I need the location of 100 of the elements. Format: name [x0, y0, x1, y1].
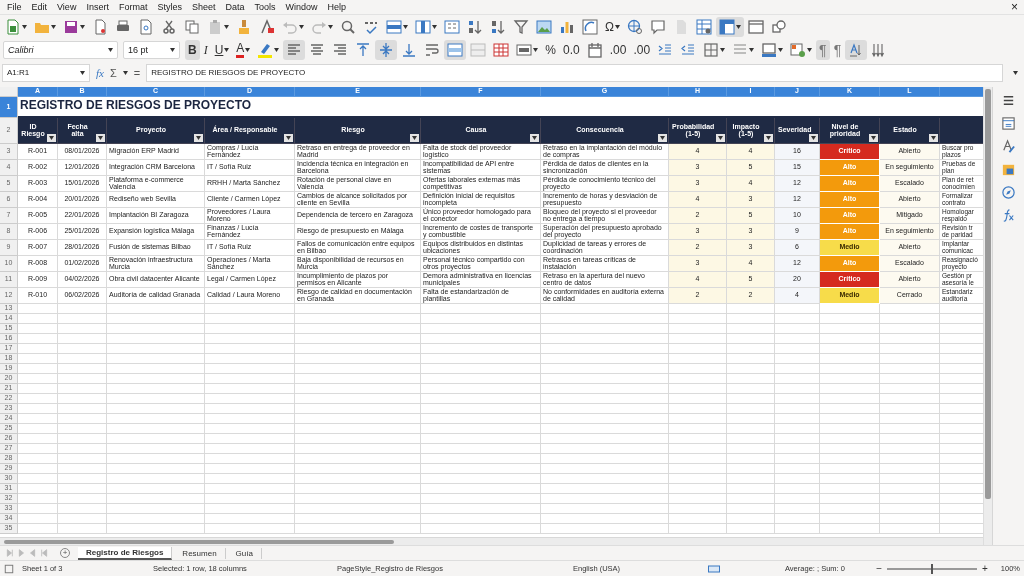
align-left-button[interactable] — [283, 39, 306, 60]
caret-icon — [170, 47, 175, 52]
copy-icon — [184, 18, 200, 35]
add-decimal-button[interactable]: .00 — [606, 39, 630, 60]
caret-icon — [931, 135, 936, 140]
underline-button[interactable]: U — [211, 39, 233, 60]
paintbrush-icon — [236, 18, 252, 35]
styles-deck-button[interactable] — [1001, 138, 1017, 154]
autofilter-button[interactable] — [194, 133, 203, 142]
zoom-in-button[interactable]: + — [981, 563, 988, 575]
special-character-button[interactable]: Ω — [602, 16, 623, 37]
text-direction-button[interactable] — [845, 39, 868, 60]
bold-button[interactable]: B — [185, 39, 200, 60]
autofilter-button[interactable] — [530, 133, 539, 142]
menu-item[interactable]: Sheet — [186, 2, 221, 12]
menu-item[interactable]: File — [2, 2, 27, 12]
sheet-tab[interactable]: Guía — [227, 547, 262, 559]
caret-icon — [871, 135, 876, 140]
align-right-icon — [332, 41, 349, 58]
zoom-out-button[interactable]: − — [876, 563, 882, 575]
freeze-button[interactable] — [716, 16, 744, 37]
spreadsheet-icon — [5, 18, 21, 35]
window-icon — [748, 18, 764, 35]
autofilter-button[interactable] — [410, 133, 419, 142]
number-button[interactable]: 0.0 — [560, 39, 583, 60]
table-columns-icon — [415, 18, 431, 35]
funnel-icon — [513, 18, 529, 35]
speech-bubble-icon — [650, 18, 666, 35]
menu-item[interactable]: Edit — [26, 2, 53, 12]
autofilter-button[interactable] — [716, 133, 725, 142]
function-wizard-button[interactable]: fx — [96, 66, 104, 79]
wrap-text-icon — [424, 41, 441, 58]
merge-cells-icon — [447, 41, 464, 58]
name-box[interactable]: A1:R1 — [2, 63, 90, 82]
autofilter-button[interactable] — [284, 133, 293, 142]
autofilter-button[interactable] — [96, 133, 105, 142]
merge-center-button[interactable] — [444, 39, 467, 60]
caret-icon — [1013, 71, 1018, 76]
right-to-left-button[interactable]: ¶ — [830, 39, 845, 60]
merge-cells-icon — [470, 41, 487, 58]
pivot-table-button[interactable] — [579, 16, 601, 37]
menu-item[interactable]: Tools — [249, 2, 281, 12]
sort-descending-icon — [490, 18, 506, 35]
menu-item[interactable]: Window — [280, 2, 323, 12]
navigator-deck-button[interactable] — [1001, 184, 1017, 200]
pivot-table-icon — [582, 18, 598, 35]
italic-button[interactable]: I — [200, 39, 211, 60]
sum-button[interactable]: Σ — [109, 66, 117, 79]
align-top-icon — [355, 41, 372, 58]
print-area-button[interactable] — [693, 16, 715, 37]
clear-formatting-icon — [259, 18, 275, 35]
caret-icon — [286, 135, 291, 140]
column-header[interactable] — [940, 86, 984, 97]
scissors-icon — [161, 18, 177, 35]
menu-item[interactable]: Insert — [81, 2, 114, 12]
borders-icon — [703, 41, 720, 58]
delete-decimal-button[interactable]: .00 — [630, 39, 654, 60]
sheet-tab[interactable]: Resumen — [174, 547, 226, 559]
document-icon — [92, 18, 108, 35]
autofilter-button[interactable] — [809, 133, 818, 142]
clipboard-icon — [207, 18, 223, 35]
page-icon — [138, 18, 154, 35]
autofilter-button[interactable] — [658, 133, 667, 142]
conditional-format-icon — [790, 41, 807, 58]
menu-item[interactable]: Format — [113, 2, 153, 12]
autofilter-button[interactable] — [929, 133, 938, 142]
globe-icon — [627, 18, 643, 35]
caret-icon — [108, 47, 113, 52]
caret-icon — [811, 135, 816, 140]
shapes-icon — [771, 18, 787, 35]
image-icon — [536, 18, 552, 35]
align-middle-button[interactable] — [375, 39, 398, 60]
autofilter-button[interactable] — [47, 133, 56, 142]
font-size-field[interactable]: 16 pt — [123, 40, 180, 59]
autofilter-button[interactable] — [869, 133, 878, 142]
left-to-right-button[interactable]: ¶ — [816, 39, 830, 60]
vertical-scrollbar[interactable] — [983, 86, 993, 546]
percent-button[interactable]: % — [542, 39, 560, 60]
font-name-field[interactable]: Calibri — [3, 40, 118, 59]
align-center-icon — [309, 41, 326, 58]
align-bottom-icon — [401, 41, 418, 58]
sheet-tab[interactable]: Registro de Riesgos — [78, 546, 173, 560]
formula-button[interactable]: = — [133, 66, 141, 79]
caret-icon — [718, 135, 723, 140]
horizontal-scrollbar[interactable] — [0, 537, 984, 546]
menu-item[interactable]: Styles — [152, 2, 187, 12]
formula-input[interactable]: REGISTRO DE RIESGOS DE PROYECTO — [146, 63, 1003, 82]
caret-icon — [412, 135, 417, 140]
autofilter-button[interactable] — [764, 133, 773, 142]
caret-icon — [122, 70, 128, 75]
sort-ascending-icon — [467, 18, 483, 35]
highlighter-icon — [257, 41, 274, 58]
caret-icon — [98, 135, 103, 140]
font-color-button[interactable]: A — [233, 39, 254, 60]
menu-item[interactable]: Help — [322, 2, 352, 12]
close-button[interactable]: × — [1007, 0, 1022, 14]
menu-item[interactable]: View — [52, 2, 82, 12]
properties-deck-button[interactable] — [1001, 115, 1017, 131]
menu-item[interactable]: Data — [220, 2, 250, 12]
caret-icon — [766, 135, 771, 140]
